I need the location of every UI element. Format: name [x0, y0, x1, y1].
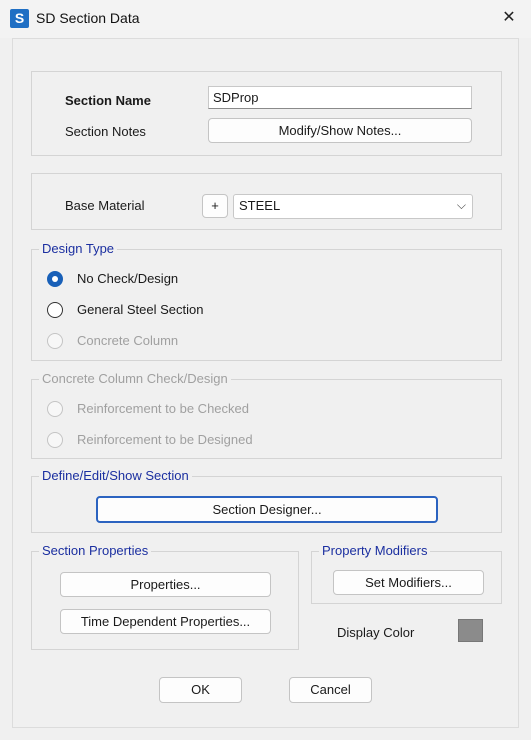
- radio-no-check-design[interactable]: [47, 271, 63, 287]
- radio-concrete-column[interactable]: [47, 333, 63, 349]
- close-icon: ✕: [502, 9, 516, 26]
- property-modifiers-title: Property Modifiers: [319, 543, 431, 558]
- section-name-group: Section Name SDProp Section Notes Modify…: [31, 71, 502, 156]
- modify-notes-button[interactable]: Modify/Show Notes...: [208, 118, 472, 143]
- dialog-body: Section Name SDProp Section Notes Modify…: [12, 38, 519, 728]
- add-material-button[interactable]: +: [202, 194, 228, 218]
- section-properties-group: Section Properties Properties... Time De…: [31, 543, 299, 650]
- display-color-label: Display Color: [337, 625, 415, 640]
- base-material-label: Base Material: [65, 198, 145, 213]
- title-bar: S SD Section Data ✕: [0, 0, 531, 38]
- chevron-down-icon: ⌵: [456, 198, 466, 212]
- app-icon: S: [10, 9, 29, 28]
- base-material-group: Base Material + STEEL ⌵: [31, 173, 502, 230]
- section-notes-label: Section Notes: [65, 124, 146, 139]
- ok-button[interactable]: OK: [159, 677, 242, 703]
- radio-reinforcement-checked[interactable]: [47, 401, 63, 417]
- property-modifiers-group: Property Modifiers Set Modifiers...: [311, 543, 502, 604]
- radio-reinforcement-checked-label: Reinforcement to be Checked: [77, 401, 249, 416]
- close-button[interactable]: ✕: [487, 0, 531, 36]
- section-name-input[interactable]: SDProp: [208, 86, 472, 109]
- cancel-button[interactable]: Cancel: [289, 677, 372, 703]
- design-type-group: Design Type No Check/Design General Stee…: [31, 241, 502, 361]
- base-material-value: STEEL: [239, 198, 281, 213]
- section-name-label: Section Name: [65, 93, 151, 108]
- time-dependent-properties-button[interactable]: Time Dependent Properties...: [60, 609, 271, 634]
- radio-no-check-design-label: No Check/Design: [77, 271, 179, 286]
- base-material-select[interactable]: STEEL ⌵: [233, 194, 473, 219]
- section-properties-title: Section Properties: [39, 543, 152, 558]
- radio-concrete-column-label: Concrete Column: [77, 333, 179, 348]
- define-section-group: Define/Edit/Show Section Section Designe…: [31, 468, 502, 533]
- window-title: SD Section Data: [36, 10, 140, 26]
- radio-general-steel-section-label: General Steel Section: [77, 302, 204, 317]
- display-color-swatch[interactable]: [458, 619, 483, 642]
- radio-reinforcement-designed[interactable]: [47, 432, 63, 448]
- concrete-column-title: Concrete Column Check/Design: [39, 371, 231, 386]
- radio-general-steel-section[interactable]: [47, 302, 63, 318]
- define-section-title: Define/Edit/Show Section: [39, 468, 192, 483]
- design-type-title: Design Type: [39, 241, 118, 256]
- concrete-column-group: Concrete Column Check/Design Reinforceme…: [31, 371, 502, 459]
- set-modifiers-button[interactable]: Set Modifiers...: [333, 570, 484, 595]
- radio-reinforcement-designed-label: Reinforcement to be Designed: [77, 432, 253, 447]
- section-designer-button[interactable]: Section Designer...: [96, 496, 438, 523]
- properties-button[interactable]: Properties...: [60, 572, 271, 597]
